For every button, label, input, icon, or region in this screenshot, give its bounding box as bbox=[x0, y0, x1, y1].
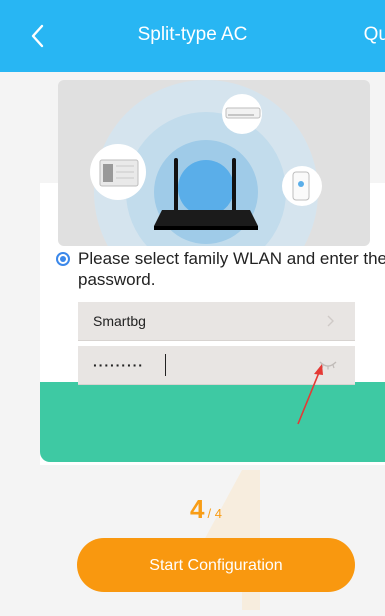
wall-unit-icon bbox=[282, 166, 322, 206]
split-ac-icon bbox=[222, 94, 262, 134]
wifi-name: Smartbg bbox=[93, 313, 146, 329]
page-title: Split-type AC bbox=[137, 24, 248, 45]
step-indicator: 4/ 4 bbox=[190, 494, 222, 525]
text-cursor bbox=[165, 354, 166, 376]
card-accent-band bbox=[40, 382, 385, 462]
wifi-select-field[interactable]: Smartbg bbox=[78, 302, 355, 341]
hero-illustration bbox=[58, 80, 370, 246]
header-bar: Split-type AC Qu bbox=[0, 0, 385, 72]
password-value: ········· bbox=[93, 357, 144, 373]
annotation-arrow-icon bbox=[297, 364, 323, 425]
start-configuration-button[interactable]: Start Configuration bbox=[77, 538, 355, 592]
step-total: / 4 bbox=[207, 506, 222, 521]
step-current: 4 bbox=[190, 494, 205, 524]
wlan-prompt: Please select family WLAN and enter the … bbox=[78, 249, 385, 289]
window-ac-icon bbox=[90, 144, 146, 200]
wlan-radio-selected[interactable] bbox=[56, 252, 70, 266]
chevron-right-icon bbox=[327, 315, 334, 327]
quit-button[interactable]: Qu bbox=[364, 24, 385, 46]
